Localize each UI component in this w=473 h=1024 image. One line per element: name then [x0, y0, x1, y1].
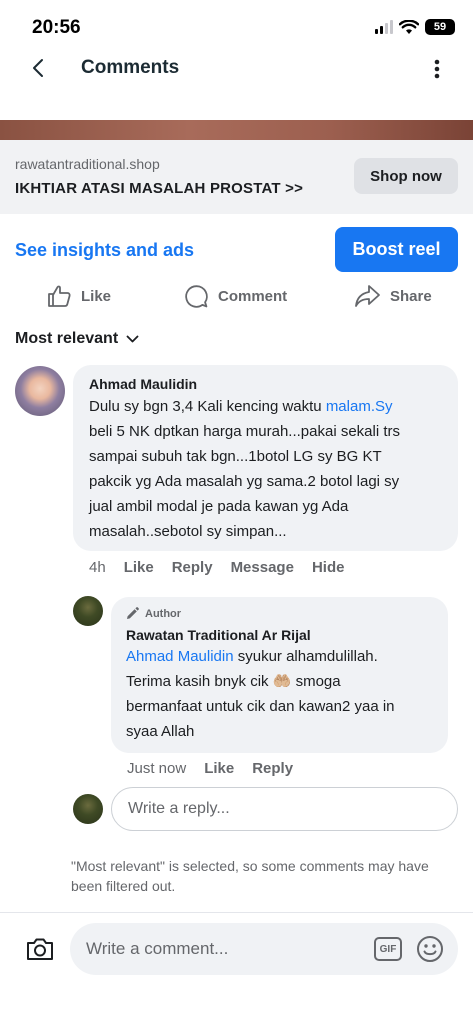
sort-label: Most relevant	[15, 330, 119, 347]
reply-line: syaa Allah	[126, 723, 195, 740]
status-bar: 20:56 59	[0, 0, 473, 52]
like-action-label: Like	[81, 287, 112, 305]
shop-now-button[interactable]: Shop now	[354, 158, 458, 194]
chevron-down-icon	[126, 335, 139, 343]
wifi-icon	[399, 19, 419, 34]
divider	[0, 912, 473, 913]
comment-action-button[interactable]: Comment	[184, 280, 287, 312]
reply-author[interactable]: Rawatan Traditional Ar Rijal	[126, 627, 311, 643]
see-insights-link[interactable]: See insights and ads	[15, 240, 194, 261]
reply-line: bermanfaat untuk cik dan kawan2 yaa in	[126, 698, 395, 715]
pencil-icon	[127, 607, 139, 619]
signal-icon	[375, 20, 393, 34]
comment-box: GIF	[70, 923, 458, 975]
camera-button[interactable]	[25, 934, 55, 964]
share-arrow-icon	[355, 285, 380, 307]
thumbs-up-icon	[48, 285, 71, 307]
chevron-left-icon	[33, 59, 43, 77]
praying-hands-emoji: 🤲🏼	[272, 673, 292, 690]
page-title: Comments	[81, 57, 180, 78]
comment-input[interactable]	[86, 923, 366, 975]
comment-author[interactable]: Ahmad Maulidin	[89, 376, 197, 392]
comment-line: masalah..sebotol sy simpan...	[89, 523, 287, 540]
status-time: 20:56	[32, 17, 81, 38]
reply-reply-button[interactable]: Reply	[252, 760, 293, 777]
ad-card[interactable]: rawatantraditional.shop IKHTIAR ATASI MA…	[0, 140, 473, 214]
author-avatar[interactable]	[73, 596, 103, 626]
share-action-label: Share	[390, 287, 432, 305]
reply-text: Ahmad Maulidin syukur alhamdulillah. Ter…	[126, 644, 441, 744]
filter-note: "Most relevant" is selected, so some com…	[71, 858, 429, 894]
comment-line: jual ambil modal je pada kawan yg Ada	[89, 498, 349, 515]
ad-headline: IKHTIAR ATASI MASALAH PROSTAT >>	[15, 180, 304, 197]
status-icons: 59	[375, 19, 455, 35]
post-actions: Like Comment Share	[0, 280, 473, 312]
comment-meta: 4h Like Reply Message Hide	[89, 559, 362, 576]
reply-line: Terima kasih bnyk cik 🤲🏼 smoga	[126, 673, 341, 690]
emoji-icon[interactable]	[416, 935, 444, 963]
like-action-button[interactable]: Like	[47, 280, 111, 312]
comment-reply-button[interactable]: Reply	[172, 559, 213, 576]
comment-line: Dulu sy bgn 3,4 Kali kencing waktu malam…	[89, 398, 393, 415]
more-vertical-icon	[434, 59, 440, 79]
reply-bubble[interactable]: Author Rawatan Traditional Ar Rijal Ahma…	[111, 597, 448, 753]
comment-hide-button[interactable]: Hide	[312, 559, 345, 576]
reply-like-button[interactable]: Like	[204, 760, 234, 777]
camera-icon	[27, 938, 53, 960]
comment-bubble[interactable]: Ahmad Maulidin Dulu sy bgn 3,4 Kali kenc…	[73, 365, 458, 551]
nav-bar: Comments	[0, 52, 473, 86]
comment-line: sampai subuh tak bgn...1botol LG sy BG K…	[89, 448, 382, 465]
comment-composer: GIF	[0, 914, 473, 1024]
comment-line: pakcik yg Ada masalah yg sama.2 botol la…	[89, 473, 400, 490]
ad-domain: rawatantraditional.shop	[15, 156, 160, 172]
avatar[interactable]	[15, 366, 65, 416]
reel-media-preview[interactable]	[0, 120, 473, 140]
battery-icon: 59	[425, 19, 455, 35]
back-button[interactable]	[24, 54, 52, 82]
share-action-button[interactable]: Share	[354, 280, 432, 312]
comment-message-button[interactable]: Message	[231, 559, 294, 576]
comment-timestamp: 4h	[89, 559, 106, 576]
mention-link[interactable]: Ahmad Maulidin	[126, 648, 234, 665]
sort-dropdown[interactable]: Most relevant	[15, 328, 139, 350]
comment-text: Dulu sy bgn 3,4 Kali kencing waktu malam…	[89, 394, 449, 544]
comment-link[interactable]: malam.Sy	[326, 398, 393, 415]
comment-like-button[interactable]: Like	[124, 559, 154, 576]
comment-bubble-icon	[185, 284, 208, 308]
gif-button[interactable]: GIF	[374, 937, 402, 961]
author-badge-label: Author	[145, 607, 182, 620]
comment-action-label: Comment	[218, 287, 288, 305]
reply-input[interactable]	[111, 787, 458, 831]
reply-line: Ahmad Maulidin syukur alhamdulillah.	[126, 648, 378, 665]
insights-row: See insights and ads Boost reel	[0, 226, 473, 274]
my-avatar	[73, 794, 103, 824]
more-options-button[interactable]	[427, 56, 447, 82]
reply-timestamp: Just now	[127, 760, 187, 777]
author-badge: Author	[126, 607, 181, 620]
reply-meta: Just now Like Reply	[127, 760, 311, 777]
boost-reel-button[interactable]: Boost reel	[335, 227, 458, 272]
comment-line: beli 5 NK dptkan harga murah...pakai sek…	[89, 423, 400, 440]
